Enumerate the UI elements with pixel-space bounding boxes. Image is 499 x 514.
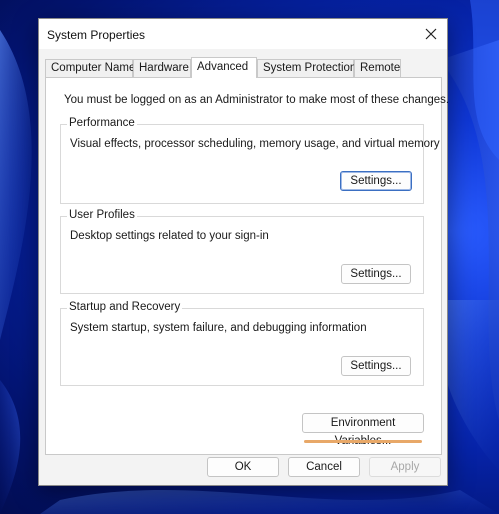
tab-advanced[interactable]: Advanced [191, 57, 257, 78]
performance-description: Visual effects, processor scheduling, me… [70, 138, 440, 150]
startup-recovery-description: System startup, system failure, and debu… [70, 322, 367, 334]
user-profiles-group: User Profiles Desktop settings related t… [60, 209, 424, 294]
environment-variables-button[interactable]: Environment Variables... [302, 413, 424, 447]
close-icon [425, 28, 437, 40]
performance-group: Performance Visual effects, processor sc… [60, 117, 440, 204]
user-profiles-description: Desktop settings related to your sign-in [70, 230, 269, 242]
user-profiles-settings-button[interactable]: Settings... [341, 264, 411, 284]
advanced-tab-panel: You must be logged on as an Administrato… [45, 77, 449, 455]
close-button[interactable] [419, 22, 443, 46]
highlight-underline [304, 440, 422, 443]
dialog-title: System Properties [47, 28, 146, 42]
cancel-button[interactable]: Cancel [288, 457, 360, 477]
tab-system-protection[interactable]: System Protection [257, 59, 356, 77]
admin-notice: You must be logged on as an Administrato… [64, 94, 450, 106]
startup-recovery-label: Startup and Recovery [67, 301, 183, 313]
ok-button[interactable]: OK [207, 457, 279, 477]
title-bar[interactable]: System Properties [39, 19, 447, 49]
startup-recovery-group: Startup and Recovery System startup, sys… [60, 301, 424, 386]
startup-recovery-settings-button[interactable]: Settings... [341, 356, 411, 376]
user-profiles-label: User Profiles [67, 209, 137, 221]
system-properties-dialog: System Properties Computer Name Hardware… [38, 18, 449, 486]
performance-settings-button[interactable]: Settings... [340, 171, 412, 191]
tab-hardware[interactable]: Hardware [133, 59, 191, 77]
performance-label: Performance [67, 117, 137, 129]
tab-strip: Computer Name Hardware Advanced System P… [45, 57, 441, 78]
tab-computer-name[interactable]: Computer Name [45, 59, 135, 77]
apply-button[interactable]: Apply [369, 457, 441, 477]
tab-remote[interactable]: Remote [354, 59, 401, 77]
